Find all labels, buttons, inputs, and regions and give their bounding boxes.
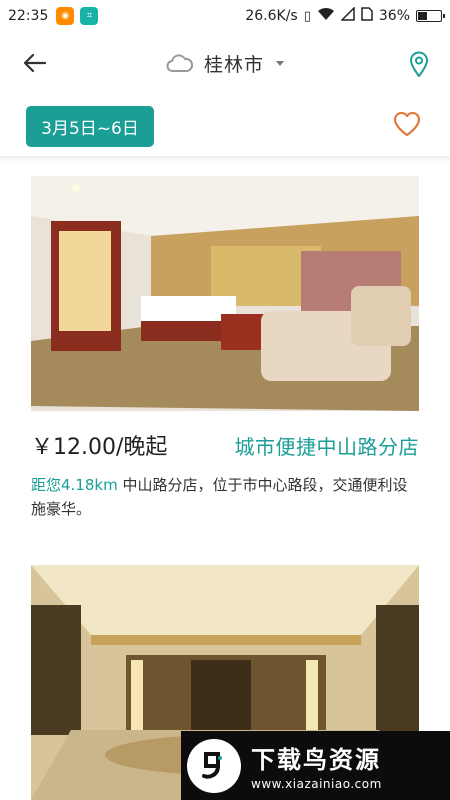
watermark-banner: 下载鸟资源 www.xiazainiao.com bbox=[181, 731, 450, 800]
arrow-left-icon bbox=[24, 54, 46, 72]
signal-icon bbox=[340, 6, 355, 25]
header: 桂林市 bbox=[0, 38, 450, 88]
network-speed: 26.6K/s bbox=[245, 8, 298, 24]
status-bar: 22:35 ◉ ⌗ 26.6K/s ▯ 36% bbox=[0, 0, 450, 32]
hotel-room-photo bbox=[31, 176, 419, 411]
watermark-url: www.xiazainiao.com bbox=[251, 777, 382, 791]
filter-row: 3月5日~6日 bbox=[0, 104, 450, 150]
back-button[interactable] bbox=[20, 50, 50, 76]
location-button[interactable] bbox=[406, 50, 432, 78]
watermark-title: 下载鸟资源 bbox=[251, 746, 381, 774]
favorite-button[interactable] bbox=[392, 110, 422, 138]
map-pin-icon bbox=[409, 51, 429, 77]
notification-app-icon: ◉ bbox=[56, 7, 75, 25]
city-selector[interactable]: 桂林市 bbox=[166, 50, 284, 77]
date-range-button[interactable]: 3月5日~6日 bbox=[26, 106, 154, 147]
bird-logo-icon bbox=[187, 738, 241, 793]
chevron-down-icon bbox=[276, 60, 284, 66]
battery-percent: 36% bbox=[378, 8, 410, 24]
battery-level bbox=[418, 12, 427, 20]
watermark-text: 下载鸟资源 www.xiazainiao.com bbox=[251, 740, 382, 791]
hotel-card[interactable]: ￥12.00/晚起 城市便捷中山路分店 距您4.18km 中山路分店，位于市中心… bbox=[31, 176, 419, 521]
status-time: 22:35 bbox=[8, 8, 49, 24]
sim-icon bbox=[361, 7, 373, 25]
heart-icon bbox=[393, 111, 421, 137]
cloud-icon bbox=[166, 54, 193, 72]
hotel-price: ￥12.00/晚起 bbox=[31, 435, 168, 460]
hotel-description: 距您4.18km 中山路分店，位于市中心路段，交通便利设施豪华。 bbox=[31, 473, 419, 521]
city-name: 桂林市 bbox=[203, 53, 264, 76]
scan-app-icon: ⌗ bbox=[80, 7, 99, 25]
price-row: ￥12.00/晚起 城市便捷中山路分店 bbox=[31, 429, 419, 461]
hotel-name: 城市便捷中山路分店 bbox=[234, 435, 419, 459]
battery-icon bbox=[416, 10, 445, 22]
vibrate-icon: ▯ bbox=[303, 8, 311, 24]
hotel-distance: 距您4.18km bbox=[31, 476, 118, 494]
divider bbox=[0, 156, 450, 162]
wifi-icon bbox=[317, 7, 335, 25]
status-indicators: 26.6K/s ▯ 36% bbox=[245, 6, 445, 25]
